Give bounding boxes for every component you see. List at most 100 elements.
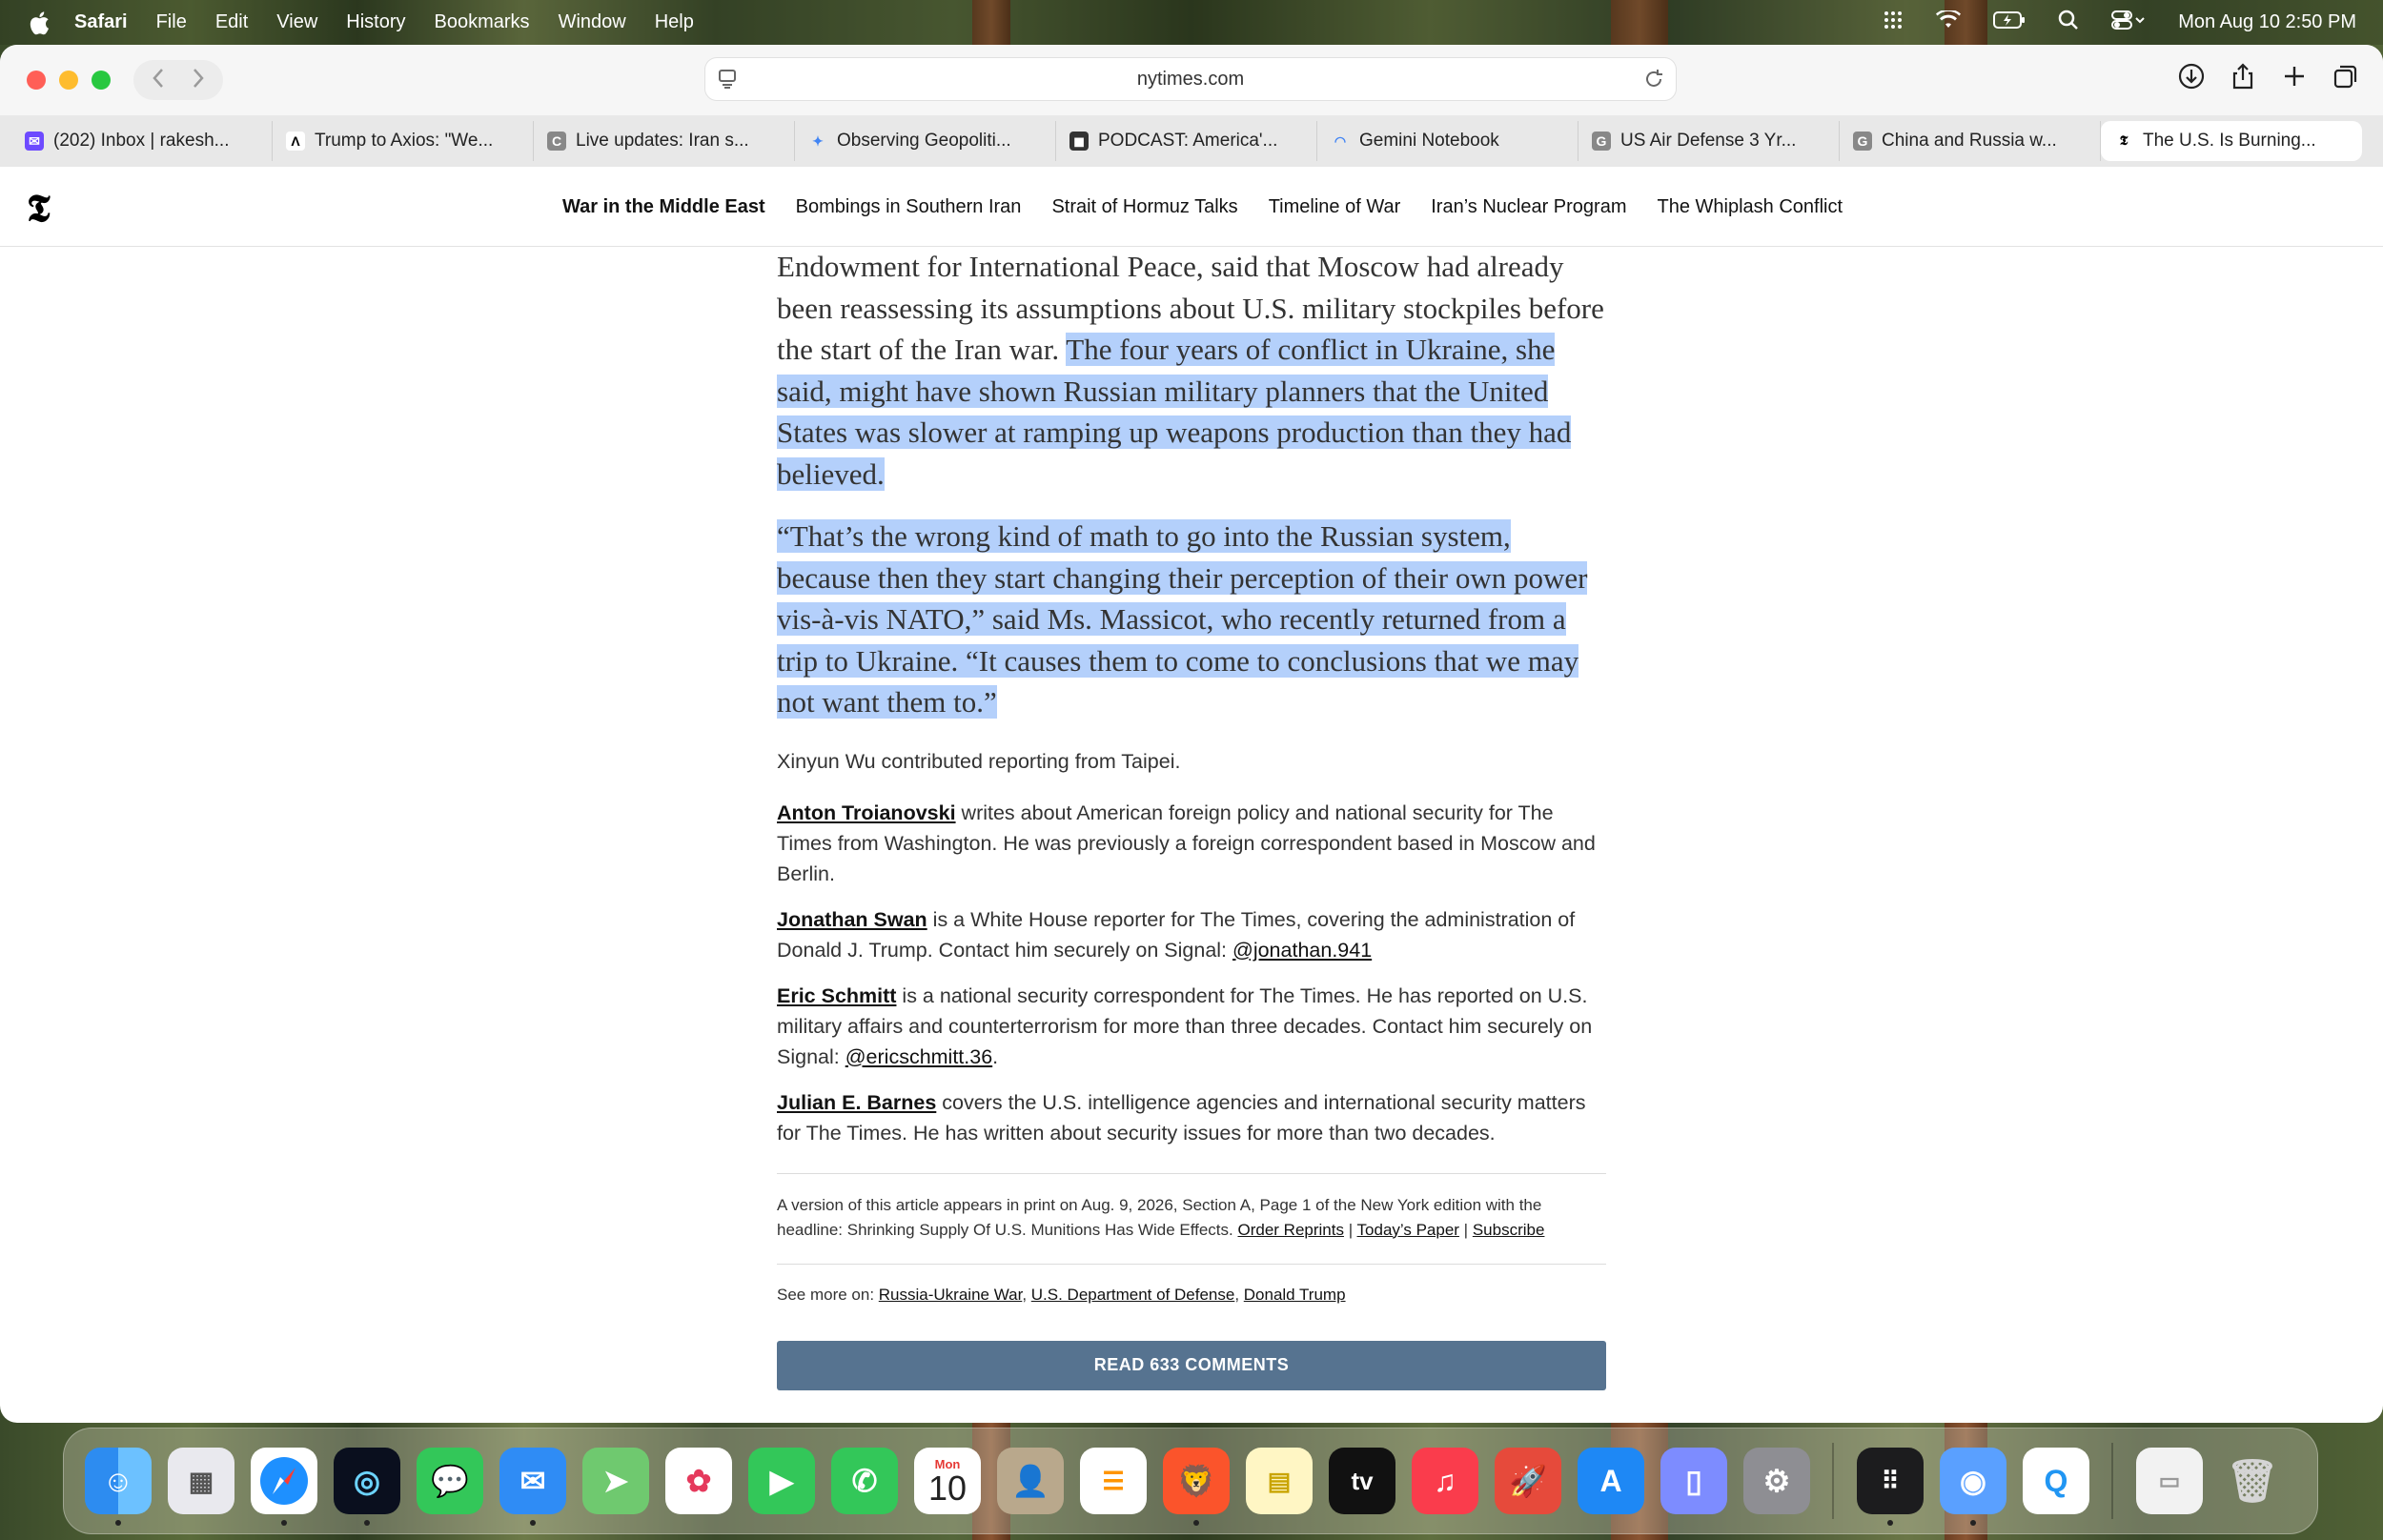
nav-buttons — [133, 60, 223, 100]
signal-handle-link[interactable]: @ericschmitt.36 — [845, 1045, 992, 1068]
nav-whiplash[interactable]: The Whiplash Conflict — [1658, 196, 1843, 218]
reload-icon[interactable] — [1643, 68, 1664, 96]
minimize-window-button[interactable] — [59, 71, 78, 90]
tab-podcast[interactable]: ◼ PODCAST: America'... — [1056, 121, 1317, 161]
author-link[interactable]: Julian E. Barnes — [777, 1091, 936, 1114]
signal-handle-link[interactable]: @jonathan.941 — [1232, 939, 1372, 962]
apple-menu-icon[interactable] — [25, 9, 53, 37]
gas-mask-app-icon[interactable]: ◉ — [1940, 1448, 2006, 1526]
tab-title: Trump to Axios: "We... — [315, 131, 494, 151]
tab-title: China and Russia w... — [1882, 131, 2057, 151]
tab-air-defense[interactable]: G US Air Defense 3 Yr... — [1578, 121, 1840, 161]
author-link[interactable]: Eric Schmitt — [777, 984, 896, 1007]
finder-icon[interactable]: ☺ — [85, 1448, 152, 1526]
facetime-icon[interactable]: ▶ — [748, 1448, 815, 1514]
page-menu-icon[interactable] — [717, 68, 738, 96]
tab-gemini-notebook[interactable]: ◠ Gemini Notebook — [1317, 121, 1578, 161]
menu-app-name[interactable]: Safari — [74, 11, 128, 33]
photos-icon[interactable]: ✿ — [665, 1448, 732, 1514]
author-bio: Julian E. Barnes covers the U.S. intelli… — [777, 1087, 1606, 1148]
tab-overview-icon[interactable] — [2332, 62, 2360, 95]
share-icon[interactable] — [2229, 62, 2257, 95]
reminders-icon[interactable]: ☰ — [1080, 1448, 1147, 1514]
q-app-icon[interactable]: Q — [2023, 1448, 2089, 1514]
tab-nyt-active[interactable]: 𝕿 The U.S. Is Burning... — [2101, 121, 2362, 161]
back-icon[interactable] — [152, 68, 165, 93]
new-tab-icon[interactable] — [2280, 62, 2309, 95]
gemini-sparkle-icon: ✦ — [812, 132, 824, 149]
tab-china-russia[interactable]: G China and Russia w... — [1840, 121, 2101, 161]
separator: , — [1234, 1285, 1244, 1304]
article-quote-paragraph: “That’s the wrong kind of math to go int… — [777, 516, 1606, 723]
selected-text: “That’s the wrong kind of math to go int… — [777, 519, 1588, 719]
menu-help[interactable]: Help — [655, 11, 694, 33]
order-reprints-link[interactable]: Order Reprints — [1237, 1221, 1343, 1239]
tab-title: The U.S. Is Burning... — [2143, 131, 2316, 151]
menu-view[interactable]: View — [276, 11, 317, 33]
maps-icon[interactable]: ➤ — [582, 1448, 649, 1514]
subscribe-link[interactable]: Subscribe — [1473, 1221, 1545, 1239]
waves-app-icon[interactable]: ◎ — [334, 1448, 400, 1526]
safari-icon[interactable] — [251, 1448, 317, 1526]
download-icon[interactable] — [2177, 62, 2206, 95]
app-grid-icon[interactable]: ⠿ — [1857, 1448, 1924, 1526]
iphone-mirroring-icon[interactable]: ▯ — [1660, 1448, 1727, 1514]
address-bar[interactable]: nytimes.com — [705, 58, 1676, 100]
topic-link[interactable]: Russia-Ukraine War — [879, 1286, 1023, 1304]
menu-edit[interactable]: Edit — [215, 11, 248, 33]
launchpad-icon[interactable]: ▦ — [168, 1448, 234, 1514]
spotlight-search-icon[interactable] — [2058, 10, 2079, 36]
notebook-icon: ◠ — [1334, 132, 1347, 149]
zoom-window-button[interactable] — [92, 71, 111, 90]
brave-browser-icon[interactable]: 🦁 — [1163, 1448, 1230, 1526]
trash-icon[interactable]: 🗑 — [2219, 1448, 2286, 1514]
author-bios: Anton Troianovski writes about American … — [777, 798, 1606, 1148]
messages-icon[interactable]: 💬 — [417, 1448, 483, 1514]
tab-title: Observing Geopoliti... — [837, 131, 1011, 151]
rocket-app-icon[interactable]: 🚀 — [1495, 1448, 1561, 1514]
url-text: nytimes.com — [1136, 68, 1245, 90]
proton-mail-icon: ✉ — [25, 132, 44, 151]
menu-file[interactable]: File — [156, 11, 187, 33]
music-icon[interactable]: ♫ — [1412, 1448, 1478, 1514]
read-comments-button[interactable]: READ 633 COMMENTS — [777, 1340, 1606, 1390]
forward-icon[interactable] — [192, 68, 205, 93]
nyt-icon: 𝕿 — [2114, 132, 2133, 151]
menubar-clock[interactable]: Mon Aug 10 2:50 PM — [2178, 11, 2356, 33]
nav-war-middle-east[interactable]: War in the Middle East — [562, 196, 765, 218]
calendar-icon[interactable]: Mon 10 — [914, 1448, 981, 1514]
system-settings-icon[interactable]: ⚙ — [1743, 1448, 1810, 1514]
app-store-icon[interactable]: A — [1578, 1448, 1644, 1514]
separator: | — [1458, 1220, 1473, 1239]
author-link[interactable]: Jonathan Swan — [777, 908, 927, 931]
control-center-icon[interactable] — [2111, 10, 2146, 36]
tv-label: tv — [1351, 1466, 1374, 1495]
article-paragraph: Endowment for International Peace, said … — [777, 246, 1606, 495]
grid-dots-icon[interactable] — [1883, 10, 1904, 36]
wifi-icon[interactable] — [1936, 9, 1962, 35]
close-window-button[interactable] — [27, 71, 46, 90]
menu-window[interactable]: Window — [559, 11, 626, 33]
tab-inbox[interactable]: ✉ (202) Inbox | rakesh... — [11, 121, 273, 161]
tab-title: (202) Inbox | rakesh... — [53, 131, 230, 151]
print-note: A version of this article appears in pri… — [777, 1193, 1606, 1243]
downloads-stack-icon[interactable]: ▭ — [2136, 1448, 2203, 1514]
see-more-label: See more on: — [777, 1285, 879, 1304]
tab-axios[interactable]: Λ Trump to Axios: "We... — [273, 121, 534, 161]
mail-icon[interactable]: ✉ — [499, 1448, 566, 1526]
battery-charging-icon[interactable] — [1993, 10, 2026, 34]
topic-link[interactable]: Donald Trump — [1244, 1286, 1346, 1304]
topic-link[interactable]: U.S. Department of Defense — [1031, 1286, 1235, 1304]
menu-bookmarks[interactable]: Bookmarks — [435, 11, 530, 33]
apple-tv-icon[interactable]: tv — [1329, 1448, 1395, 1514]
phone-icon[interactable]: ✆ — [831, 1448, 898, 1514]
notes-icon[interactable]: ▤ — [1246, 1448, 1313, 1514]
nyt-logo[interactable]: 𝕿 — [27, 186, 51, 231]
contacts-icon[interactable]: 👤 — [997, 1448, 1064, 1514]
menu-history[interactable]: History — [346, 11, 405, 33]
tab-title: Live updates: Iran s... — [576, 131, 749, 151]
todays-paper-link[interactable]: Today’s Paper — [1357, 1221, 1459, 1239]
tab-observing[interactable]: ✦ Observing Geopoliti... — [795, 121, 1056, 161]
tab-live-updates[interactable]: C Live updates: Iran s... — [534, 121, 795, 161]
author-link[interactable]: Anton Troianovski — [777, 801, 956, 824]
